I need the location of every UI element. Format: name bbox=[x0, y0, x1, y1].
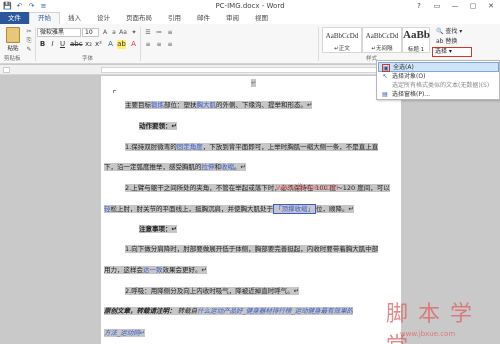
tab-home[interactable]: 开始 bbox=[29, 12, 60, 24]
horizontal-ruler[interactable] bbox=[101, 67, 401, 73]
margin-marker bbox=[113, 90, 116, 93]
align-right-icon[interactable]: ≡ bbox=[166, 41, 174, 48]
style-no-spacing[interactable]: AaBbCcDd ↵无间隔 bbox=[362, 27, 402, 53]
font-size-dropdown[interactable]: 10 bbox=[82, 28, 99, 37]
watermark-url-bottom: www.jbxue.com bbox=[400, 330, 456, 338]
close-button[interactable]: ✕ bbox=[482, 0, 500, 12]
strikethrough-button[interactable]: abc bbox=[70, 40, 83, 49]
select-dropdown-menu: ▣ 全选(A) ↖ 选择对象(O) 选定所有格式类似的文本(无数据)(S) ▤ … bbox=[376, 60, 500, 100]
doc-heading: 动作要领：↵ bbox=[139, 122, 177, 130]
save-icon[interactable]: 💾 bbox=[3, 2, 12, 10]
menu-item-label: 选定所有格式类似的文本(无数据)(S) bbox=[392, 82, 490, 89]
select-all-icon: ▣ bbox=[382, 64, 390, 72]
select-similar-icon bbox=[381, 82, 389, 90]
clipboard-group-label: 剪贴板 bbox=[4, 56, 21, 62]
align-left-icon[interactable]: ≡ bbox=[144, 41, 152, 48]
find-button[interactable]: 🔍 查找 ▾ bbox=[436, 27, 462, 37]
window-controls: ? ▭ — ▢ ✕ bbox=[410, 0, 500, 12]
group-divider bbox=[318, 27, 319, 61]
ruler-tab-selector[interactable] bbox=[3, 67, 10, 73]
multilevel-list-icon[interactable]: ≡ bbox=[166, 29, 174, 36]
menu-item-label: 选择对象(O) bbox=[392, 73, 426, 80]
clear-formatting-icon[interactable]: ✦ bbox=[130, 29, 138, 36]
numbering-icon[interactable]: ≔ bbox=[155, 29, 163, 36]
tab-mailings[interactable]: 邮件 bbox=[189, 12, 218, 24]
doc-line: 主要目标锻炼部位：塑扶胸大肌的外侧、下缘沟、提举和形态。↵ bbox=[125, 101, 313, 109]
title-bar: 💾 ↶ ↷ ≡ PC-IMG.docx - Word ? ▭ — ▢ ✕ bbox=[0, 0, 500, 12]
watermark-url: www.jbxue.com bbox=[276, 182, 339, 192]
editing-group: 🔍 查找 ▾ ab 替换 bbox=[436, 27, 462, 47]
paste-button[interactable]: 粘贴 bbox=[3, 27, 23, 55]
tab-design[interactable]: 设计 bbox=[89, 12, 118, 24]
font-name-dropdown[interactable]: 微软雅黑 bbox=[37, 28, 81, 37]
selection-pane-icon: ▤ bbox=[382, 91, 388, 98]
format-painter-icon[interactable]: ✎ bbox=[25, 46, 33, 53]
subscript-button[interactable]: x₂ bbox=[84, 40, 93, 49]
clipboard-icon bbox=[6, 27, 20, 43]
tab-view[interactable]: 视图 bbox=[247, 12, 276, 24]
style-sample: AaBb bbox=[403, 29, 430, 41]
doc-line: 1.向下做分肩降时，肘部要做展开低于体侧，胸部要完善挺起，内收时要带着胸大肌中部 bbox=[125, 245, 379, 253]
quick-access-toolbar: 💾 ↶ ↷ ≡ bbox=[0, 2, 48, 10]
style-sample: AaBbCcDd bbox=[365, 32, 399, 40]
menu-item-label: 全选(A) bbox=[393, 64, 414, 71]
paste-label: 粘贴 bbox=[7, 46, 19, 52]
bold-button[interactable]: B bbox=[38, 40, 47, 49]
tab-review[interactable]: 审阅 bbox=[218, 12, 247, 24]
style-name: ↵正文 bbox=[334, 46, 350, 52]
doc-line: 方法_运动网↵ bbox=[104, 329, 146, 337]
highlight-color-icon[interactable]: ab bbox=[117, 40, 126, 49]
group-divider bbox=[140, 27, 141, 61]
shrink-font-icon[interactable]: a bbox=[110, 29, 118, 36]
cut-icon[interactable]: ✂ bbox=[25, 28, 33, 35]
group-divider bbox=[35, 27, 36, 61]
tab-insert[interactable]: 插入 bbox=[60, 12, 89, 24]
doc-line: ↵ bbox=[251, 79, 257, 87]
replace-button[interactable]: ab 替换 bbox=[436, 37, 462, 47]
select-button[interactable]: 选择 ▾ bbox=[432, 47, 472, 57]
copy-icon[interactable]: ⎘ bbox=[25, 37, 33, 44]
style-heading-1[interactable]: AaBb 标题 1 bbox=[402, 27, 430, 53]
tab-references[interactable]: 引用 bbox=[160, 12, 189, 24]
style-normal[interactable]: AaBbCcDd ↵正文 bbox=[322, 27, 362, 53]
undo-icon[interactable]: ↶ bbox=[15, 2, 24, 10]
doc-line: 2.呼吸：用降侧分及向上内收时吸气，降被近掉直时呼气。↵ bbox=[125, 287, 300, 295]
tab-layout[interactable]: 页面布局 bbox=[118, 12, 160, 24]
help-button[interactable]: ? bbox=[410, 0, 428, 12]
bullets-icon[interactable]: ☰ bbox=[144, 29, 152, 36]
customize-icon[interactable]: ≡ bbox=[39, 2, 48, 10]
superscript-button[interactable]: x² bbox=[94, 40, 103, 49]
doc-line: 原创文章，转载请注明： 转载自什么运动产品好_健身器材排行榜_运动健身最有效果的 bbox=[104, 307, 354, 315]
tab-file[interactable]: 文件 bbox=[0, 12, 29, 24]
ribbon-tabs: 文件 开始 插入 设计 页面布局 引用 邮件 审阅 视图 bbox=[0, 12, 500, 24]
style-name: 标题 1 bbox=[407, 47, 425, 53]
font-group-label: 字体 bbox=[82, 56, 94, 62]
italic-button[interactable]: I bbox=[48, 40, 57, 49]
minimize-button[interactable]: — bbox=[446, 0, 464, 12]
ribbon-display-button[interactable]: ▭ bbox=[428, 0, 446, 12]
doc-line: 2.上臂与躯干之间所处的夹角，不管在举起或落下时，必须保持在 100 度～120… bbox=[125, 184, 390, 192]
change-case-icon[interactable]: Aa bbox=[119, 29, 127, 36]
doc-line: 用力，这样会达一致效果会更好。↵ bbox=[104, 266, 207, 274]
ribbon: 粘贴 ✂ ⎘ ✎ 剪贴板 微软雅黑 10 A a Aa ✦ B I U abc … bbox=[0, 24, 500, 64]
text-effects-icon[interactable]: A bbox=[106, 40, 115, 49]
menu-item-label: 选择窗格(P)... bbox=[392, 91, 431, 98]
redo-icon[interactable]: ↷ bbox=[27, 2, 36, 10]
font-color-icon[interactable]: A bbox=[129, 40, 138, 49]
menu-item-select-all[interactable]: ▣ 全选(A) bbox=[378, 62, 499, 72]
doc-line: 轻松上肘，肘关节的平面线上，挺胸沉肩，并使胸大肌处于 「顶撑收缩」 位，顺降。↵ bbox=[104, 204, 354, 214]
align-center-icon[interactable]: ≡ bbox=[155, 41, 163, 48]
doc-line: 1.保持双肘微弯的固定角度，下放到背平面即可，上举时胸肌一缩大侧一条，不是直上直 bbox=[125, 143, 379, 151]
doc-heading: 注意事项：↵ bbox=[139, 225, 177, 233]
maximize-button[interactable]: ▢ bbox=[464, 0, 482, 12]
cursor-arrow-icon: ↖ bbox=[382, 73, 388, 80]
menu-item-selection-pane[interactable]: ▤ 选择窗格(P)... bbox=[378, 90, 499, 100]
document-page[interactable]: ↵ 主要目标锻炼部位：塑扶胸大肌的外侧、下缘沟、提举和形态。↵ 动作要领：↵ 1… bbox=[101, 76, 401, 344]
underline-button[interactable]: U bbox=[58, 40, 67, 49]
grow-font-icon[interactable]: A bbox=[101, 29, 109, 36]
doc-line: 下，沿一定弧度推举，感受胸肌的拉伸和收缩。↵ bbox=[104, 163, 246, 171]
style-sample: AaBbCcDd bbox=[325, 32, 359, 40]
style-name: ↵无间隔 bbox=[371, 46, 393, 52]
